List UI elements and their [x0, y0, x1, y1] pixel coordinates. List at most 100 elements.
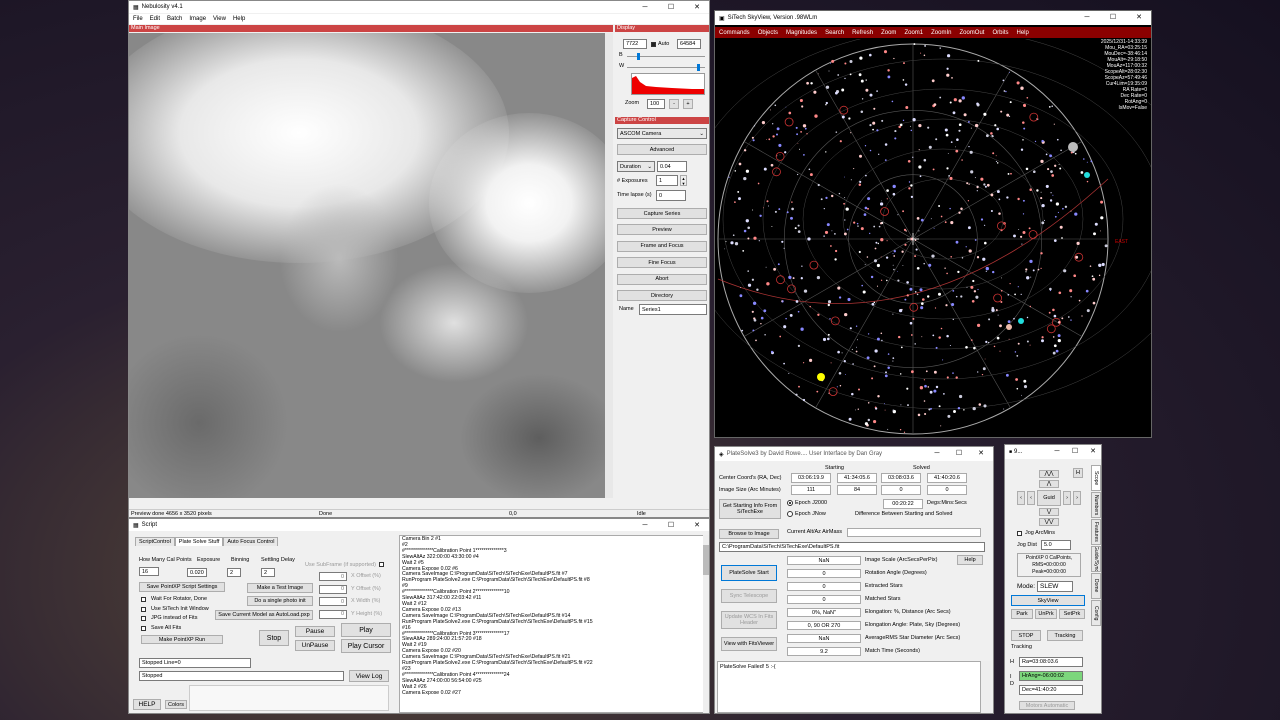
guide-button[interactable]: Guid [1037, 490, 1061, 506]
subframe-xoff-input[interactable]: 0 [319, 572, 347, 581]
zoom-plus-button[interactable]: + [683, 99, 693, 109]
subframe-checkbox[interactable] [379, 562, 384, 567]
abort-button[interactable]: Abort [617, 273, 707, 285]
jog-ww-button[interactable]: ‹ [1017, 491, 1025, 505]
jog-arcmins-checkbox[interactable] [1017, 531, 1022, 536]
script-check-3[interactable] [141, 625, 146, 631]
view-fitsviewer-button[interactable]: View with FitsViewer [721, 637, 777, 651]
save-model-button[interactable]: Save Current Model as AutoLoad.pxp [215, 610, 313, 620]
script-check-0[interactable] [141, 597, 146, 602]
maximize-icon[interactable]: ☐ [1101, 11, 1125, 23]
scope-tab-config[interactable]: Config [1091, 600, 1101, 626]
minimize-icon[interactable]: ─ [1075, 11, 1099, 23]
script-check-1[interactable] [141, 606, 146, 612]
epoch-jnow-radio[interactable] [787, 511, 793, 517]
minimize-icon[interactable]: ─ [633, 1, 657, 13]
black-slider[interactable] [627, 53, 705, 60]
image-path[interactable]: C:\ProgramData\SiTech\SiTechExe\DefaultP… [719, 542, 985, 552]
script-log[interactable]: Camera Bin 2 #1 #2 #**************Calibrat… [399, 535, 705, 713]
script-tab-2[interactable]: Auto Focus Control [223, 537, 279, 546]
minimize-icon[interactable]: ─ [633, 519, 657, 531]
advanced-button[interactable]: Advanced [617, 144, 707, 155]
maximize-icon[interactable]: ☐ [1067, 445, 1083, 457]
fine-focus-button[interactable]: Fine Focus [617, 257, 707, 269]
platesolve-start-button[interactable]: PlateSolve Start [721, 565, 777, 581]
sky-menu-orbits[interactable]: Orbits [992, 30, 1008, 36]
epoch-j2000-radio[interactable] [787, 500, 793, 506]
jog-dist-input[interactable]: 5.0 [1041, 540, 1071, 550]
scope-tab-dome[interactable]: Dome [1091, 573, 1101, 599]
minimize-icon[interactable]: ─ [1049, 445, 1065, 457]
sky-menu-zoomin[interactable]: ZoomIn [931, 30, 951, 36]
stop-button[interactable]: Stop [259, 630, 289, 646]
exposures-spinner[interactable]: ▲ ▼ [680, 175, 687, 186]
display-low-input[interactable]: 7722 [623, 39, 647, 49]
directory-button[interactable]: Directory [617, 290, 707, 301]
scope-tab-guide-sync[interactable]: Guide/Sync [1091, 546, 1101, 572]
scope-tab-features[interactable]: Features [1091, 519, 1101, 545]
jog-w-button[interactable]: ‹ [1027, 491, 1035, 505]
script-check-2[interactable] [141, 616, 146, 621]
maximize-icon[interactable]: ☐ [659, 1, 683, 13]
scope-tab-scope[interactable]: Scope [1091, 465, 1101, 491]
menu-file[interactable]: File [133, 16, 143, 22]
sky-menu-zoom[interactable]: Zoom [881, 30, 896, 36]
get-starting-info-button[interactable]: Get Starting Info From SiTechExe [719, 499, 781, 519]
setpark-button[interactable]: SetPrk [1059, 609, 1085, 619]
h-button[interactable]: H [1073, 468, 1083, 478]
park-button[interactable]: Park [1011, 609, 1033, 619]
main-image-vscroll[interactable] [605, 33, 613, 498]
jog-ss-button[interactable]: ⋁⋁ [1039, 518, 1059, 526]
menu-batch[interactable]: Batch [167, 16, 182, 22]
series-name-input[interactable]: Series1 [639, 304, 707, 315]
sky-menu-zoomout[interactable]: ZoomOut [959, 30, 984, 36]
unpark-button[interactable]: UnPrk [1035, 609, 1057, 619]
binning-input[interactable]: 2 [227, 568, 241, 577]
pause-button[interactable]: Pause [295, 626, 335, 637]
close-icon[interactable]: ✕ [1127, 11, 1151, 23]
save-pointxp-button[interactable]: Save PointXP Script Settings [139, 582, 225, 592]
browse-button[interactable]: Browse to Image [719, 529, 779, 539]
failed-box-scrollbar[interactable] [981, 661, 991, 713]
planet[interactable] [1006, 324, 1012, 330]
jog-s-button[interactable]: ⋁ [1039, 508, 1059, 516]
play-cursor-button[interactable]: Play Cursor [341, 639, 391, 653]
zoom-minus-button[interactable]: - [669, 99, 679, 109]
planet[interactable] [1018, 318, 1024, 324]
subframe-xwid-input[interactable]: 0 [319, 597, 347, 606]
main-image[interactable] [129, 33, 605, 498]
close-icon[interactable]: ✕ [969, 447, 993, 459]
play-button[interactable]: Play [341, 623, 391, 637]
duration-input[interactable]: 0.04 [657, 161, 687, 172]
maximize-icon[interactable]: ☐ [659, 519, 683, 531]
moon[interactable] [1068, 142, 1078, 152]
tracking-button[interactable]: Tracking [1047, 630, 1083, 641]
planet[interactable] [1084, 172, 1090, 178]
jog-n-button[interactable]: ⋀ [1039, 480, 1059, 488]
exposures-input[interactable]: 1 [656, 175, 678, 186]
preview-button[interactable]: Preview [617, 224, 707, 236]
sky-menu-objects[interactable]: Objects [758, 30, 778, 36]
stop-scope-button[interactable]: STOP [1011, 630, 1041, 641]
help-button[interactable]: HELP [133, 699, 161, 710]
make-run-button[interactable]: Make PointXP Run [141, 635, 223, 644]
script-tab-0[interactable]: ScriptControl [135, 537, 175, 546]
unpause-button[interactable]: UnPause [295, 640, 335, 651]
subframe-yoff-input[interactable]: 0 [319, 584, 347, 594]
maximize-icon[interactable]: ☐ [947, 447, 971, 459]
exposure-input[interactable]: 0.020 [187, 568, 207, 577]
motors-automatic-button[interactable]: Motors Automatic [1019, 701, 1075, 710]
colors-button[interactable]: Colors [165, 700, 187, 709]
cal-points-input[interactable]: 16 [139, 567, 159, 576]
sync-telescope-button[interactable]: Sync Telescope [721, 589, 777, 603]
timelapse-input[interactable]: 0 [656, 190, 686, 201]
view-log-button[interactable]: View Log [349, 670, 389, 682]
jog-nn-button[interactable]: ⋀⋀ [1039, 470, 1059, 478]
display-high-input[interactable]: 64584 [677, 39, 701, 49]
sky-map[interactable] [715, 39, 1152, 438]
jog-ee-button[interactable]: › [1073, 491, 1081, 505]
sky-menu-help[interactable]: Help [1017, 30, 1029, 36]
white-slider[interactable] [627, 64, 705, 71]
sky-menu-zoom1[interactable]: Zoom1 [904, 30, 923, 36]
frame-focus-button[interactable]: Frame and Focus [617, 240, 707, 252]
